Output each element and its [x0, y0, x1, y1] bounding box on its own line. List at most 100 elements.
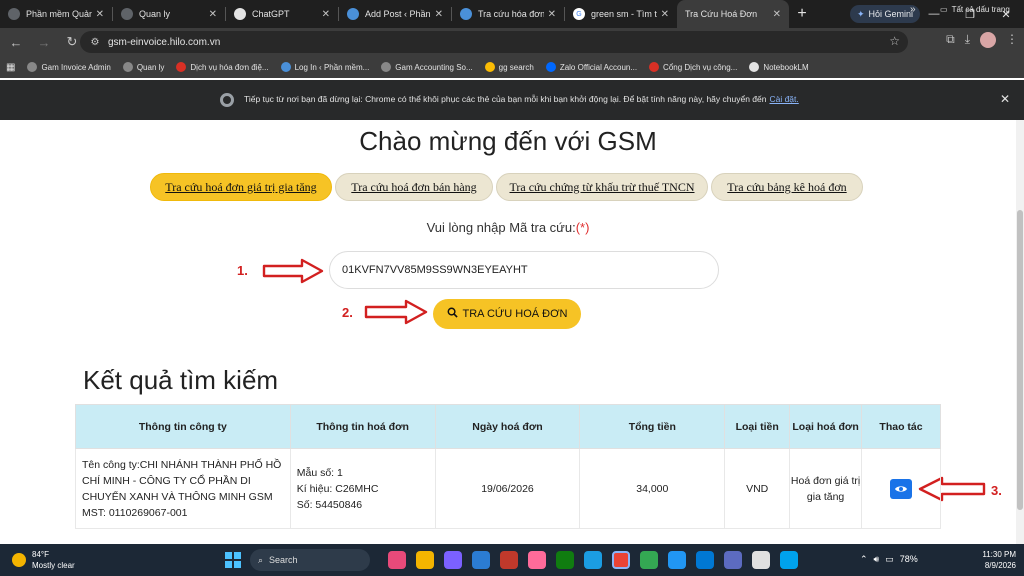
bookmark-item[interactable]: Dịch vụ hóa đơn điệ...	[176, 62, 269, 72]
xbox-icon[interactable]	[556, 551, 574, 569]
tab-vat-invoice[interactable]: Tra cứu hoá đơn giá trị gia tăng	[150, 173, 332, 201]
invoice-type: Hoá đơn giá trị gia tăng	[789, 448, 863, 529]
page-content: Chào mừng đến với GSM Tra cứu hoá đơn gi…	[0, 120, 1016, 544]
extensions-icon[interactable]: ⧉	[946, 32, 955, 48]
close-icon[interactable]: ✕	[773, 9, 781, 20]
site-info-icon[interactable]: ⚙	[88, 35, 102, 49]
bookmark-star-icon[interactable]: ☆	[889, 34, 900, 48]
bookmark-item[interactable]: Cổng Dịch vụ công...	[649, 62, 737, 72]
system-tray: ⌃ 🔊︎ ▭ 78%	[860, 554, 918, 565]
back-button[interactable]: ←	[4, 30, 28, 54]
close-icon[interactable]: ✕	[322, 9, 330, 20]
bookmark-item[interactable]: Gam Invoice Admin	[27, 62, 111, 72]
all-bookmarks-button[interactable]: ▭ Tất cả dấu trang	[940, 5, 1010, 14]
volume-icon[interactable]: 🔊︎	[874, 554, 880, 565]
column-header: Loại tiền	[724, 404, 791, 449]
page-title: Chào mừng đến với GSM	[359, 126, 657, 156]
taskbar-search[interactable]: ⌕ Search	[250, 549, 370, 571]
browser-tab[interactable]: Add Post ‹ Phần ✕	[339, 0, 451, 28]
weather-text: 84°F Mostly clear	[32, 549, 75, 571]
file-explorer-icon[interactable]	[416, 551, 434, 569]
folder-icon: ▭	[940, 5, 948, 14]
scrollbar-thumb[interactable]	[1017, 210, 1023, 510]
form-number: Mẫu số: 1	[296, 466, 343, 479]
taskbar-app-icon[interactable]	[500, 551, 518, 569]
taskbar-app-icon[interactable]	[444, 551, 462, 569]
column-header: Tổng tiền	[579, 404, 726, 449]
taskbar-app-icon[interactable]	[780, 551, 798, 569]
bookmark-item[interactable]: Quan ly	[122, 62, 164, 72]
outlook-icon[interactable]	[472, 551, 490, 569]
tab-sales-invoice[interactable]: Tra cứu hoá đơn bán hàng	[335, 173, 493, 201]
browser-tab[interactable]: ChatGPT ✕	[226, 0, 338, 28]
invoice-date: 19/06/2026	[434, 448, 581, 529]
taskbar-app-icon[interactable]	[640, 551, 658, 569]
lookup-tabs: Tra cứu hoá đơn giá trị gia tăng Tra cứu…	[150, 173, 863, 201]
instagram-icon[interactable]	[528, 551, 546, 569]
tab-pit-withholding[interactable]: Tra cứu chứng từ khấu trừ thuế TNCN	[496, 173, 708, 201]
close-icon[interactable]: ✕	[209, 9, 217, 20]
invoice-symbol: Kí hiệu: C26MHC	[296, 482, 379, 495]
bookmark-label: Dịch vụ hóa đơn điệ...	[190, 62, 269, 72]
taskbar-app-icon[interactable]	[752, 551, 770, 569]
view-invoice-button[interactable]	[890, 478, 913, 499]
tab-invoice-list[interactable]: Tra cứu bảng kê hoá đơn	[711, 173, 863, 201]
infobar-message: Tiếp tục từ nơi bạn đã dừng lại: Chrome …	[244, 94, 799, 104]
lookup-code-input[interactable]	[329, 251, 719, 289]
download-icon[interactable]: ⤓	[965, 32, 970, 48]
bookmark-item[interactable]: gg search	[484, 62, 534, 72]
taskbar-app-icon[interactable]	[724, 551, 742, 569]
edge-icon[interactable]	[584, 551, 602, 569]
browser-tab[interactable]: Phần mềm Quản ✕	[0, 0, 112, 28]
restore-tabs-infobar: Tiếp tục từ nơi bạn đã dừng lại: Chrome …	[0, 80, 1024, 120]
close-icon[interactable]: ✕	[1000, 92, 1010, 106]
company-info-cell: Tên công ty:CHI NHÁNH THÀNH PHỐ HỒ CHÍ M…	[75, 448, 291, 529]
bookmarks-bar: ▦ Gam Invoice Admin Quan ly Dịch vụ hóa …	[0, 56, 1024, 78]
tab-label: ChatGPT	[252, 9, 290, 19]
close-icon[interactable]: ✕	[96, 9, 104, 20]
invoice-info-cell: Mẫu số: 1 Kí hiệu: C26MHC Số: 54450846	[289, 448, 436, 529]
bookmark-item[interactable]: Log In ‹ Phần mềm...	[280, 62, 369, 72]
new-tab-button[interactable]: +	[789, 5, 815, 23]
browser-tab-active[interactable]: Tra Cứu Hoá Đơn ✕	[677, 0, 789, 28]
gemini-label: Hỏi Gemini	[868, 9, 914, 19]
profile-avatar[interactable]	[980, 32, 996, 48]
close-icon[interactable]: ✕	[435, 9, 443, 20]
lookup-invoice-button[interactable]: TRA CỨU HOÁ ĐƠN	[433, 299, 581, 329]
menu-icon[interactable]: ⋮	[1006, 32, 1018, 48]
bookmark-item[interactable]: Gam Accounting So...	[381, 62, 473, 72]
apps-icon[interactable]: ▦	[6, 62, 15, 73]
taskbar-app-icon[interactable]	[696, 551, 714, 569]
chevron-up-icon[interactable]: ⌃	[860, 554, 868, 565]
clock[interactable]: 11:30 PM 8/9/2026	[970, 549, 1016, 571]
bookmark-label: Gam Invoice Admin	[41, 62, 111, 72]
address-bar[interactable]: ⚙ gsm-einvoice.hilo.com.vn ☆	[80, 31, 908, 53]
infobar-text: Tiếp tục từ nơi bạn đã dừng lại: Chrome …	[244, 94, 767, 104]
currency: VND	[724, 448, 791, 529]
bookmark-item[interactable]: Zalo Official Accoun...	[545, 62, 637, 72]
bookmark-favicon-icon	[176, 62, 187, 72]
lookup-button-label: TRA CỨU HOÁ ĐƠN	[462, 308, 568, 320]
annotation-step-1: 1.	[237, 263, 248, 278]
browser-tab[interactable]: Tra cứu hóa đơn ✕	[452, 0, 564, 28]
forward-button[interactable]: →	[32, 30, 56, 54]
more-bookmarks-button[interactable]: »	[910, 4, 916, 15]
results-title: Kết quả tìm kiếm	[83, 365, 279, 395]
battery-icon[interactable]: ▭	[885, 554, 894, 565]
settings-link[interactable]: Cài đặt.	[769, 94, 798, 104]
taskbar-app-icon[interactable]	[388, 551, 406, 569]
weather-widget[interactable]: 84°F Mostly clear	[12, 549, 75, 571]
bookmark-item[interactable]: NotebookLM	[749, 62, 809, 72]
browser-tab[interactable]: Ggreen sm - Tìm t ✕	[565, 0, 677, 28]
chrome-icon[interactable]	[612, 551, 630, 569]
bookmark-favicon-icon	[280, 62, 291, 72]
column-header: Thao tác	[861, 404, 941, 449]
close-icon[interactable]: ✕	[548, 9, 556, 20]
all-bookmarks-label: Tất cả dấu trang	[951, 5, 1010, 14]
site-favicon-icon	[460, 8, 472, 20]
start-button[interactable]	[225, 552, 241, 568]
browser-tab[interactable]: Quan ly ✕	[113, 0, 225, 28]
taskbar-app-icon[interactable]	[668, 551, 686, 569]
close-icon[interactable]: ✕	[661, 9, 669, 20]
site-favicon-icon	[347, 8, 359, 20]
